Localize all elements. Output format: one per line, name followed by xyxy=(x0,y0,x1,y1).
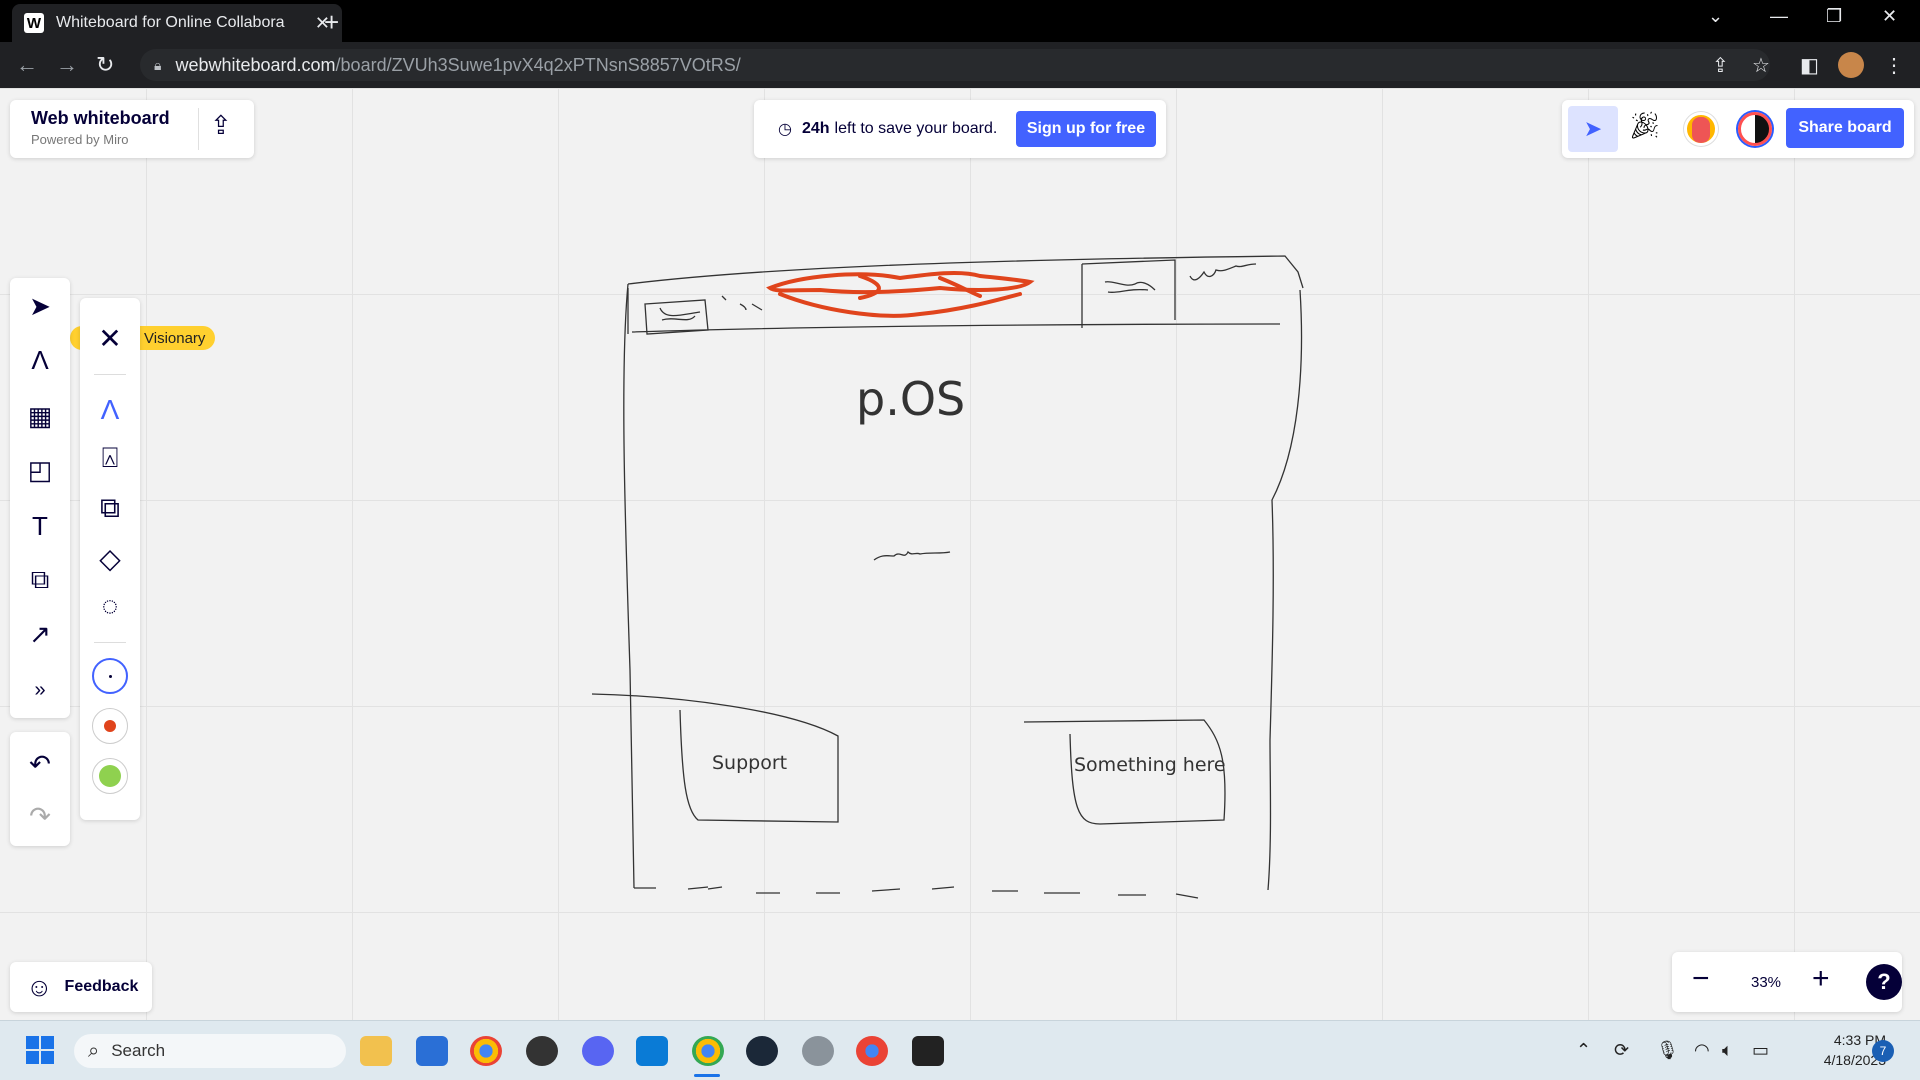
undo-redo-panel: ↶ ↷ xyxy=(10,732,70,846)
taskbar-search-label: Search xyxy=(111,1041,166,1060)
brand-panel: Web whiteboard Powered by Miro ⇪ xyxy=(10,100,254,158)
feedback-label: Feedback xyxy=(64,978,139,995)
red-color-swatch[interactable] xyxy=(92,708,128,744)
brand-subtitle: Powered by Miro xyxy=(31,132,129,147)
zoom-level[interactable]: 33% xyxy=(1736,974,1796,991)
pen-options-panel: ✕ Λ ⍓ ⧉ ◇ ◌ xyxy=(80,298,140,820)
battery-icon[interactable]: ▭ xyxy=(1752,1040,1769,1061)
sketch-drawing[interactable] xyxy=(560,220,1320,920)
terminal-icon[interactable] xyxy=(912,1036,944,1066)
close-icon[interactable]: ✕ xyxy=(80,316,140,360)
wifi-icon[interactable]: ◠ xyxy=(1694,1040,1710,1061)
reactions-icon[interactable]: 🎉︎ xyxy=(1628,110,1661,141)
file-explorer-icon[interactable] xyxy=(360,1036,392,1066)
save-text: left to save your board. xyxy=(834,120,998,137)
zoom-in-icon[interactable]: + xyxy=(1812,962,1830,996)
reload-icon[interactable]: ↻ xyxy=(96,52,114,78)
close-window-icon[interactable]: ✕ xyxy=(1882,6,1897,27)
url-host: webwhiteboard.com xyxy=(175,54,336,75)
settings-gear-icon[interactable] xyxy=(802,1036,834,1066)
active-app-indicator xyxy=(694,1074,720,1077)
forward-icon[interactable]: → xyxy=(56,52,78,78)
discord-icon[interactable] xyxy=(582,1036,614,1066)
export-upload-icon[interactable]: ⇪ xyxy=(210,110,232,141)
chrome-menu-icon[interactable]: ⋮ xyxy=(1884,53,1904,78)
chrome-alt-icon[interactable] xyxy=(856,1036,888,1066)
sign-up-button[interactable]: Sign up for free xyxy=(1016,111,1156,147)
lock-icon: 🔒︎ xyxy=(154,56,162,73)
minimize-icon[interactable]: — xyxy=(1770,6,1788,27)
search-icon: ⌕ xyxy=(88,1039,100,1062)
smiley-icon: ☺ xyxy=(26,971,53,1002)
store-icon[interactable] xyxy=(416,1036,448,1066)
smart-shapes-icon[interactable]: ⧉ xyxy=(80,486,140,530)
windows-start-icon[interactable] xyxy=(26,1036,54,1064)
more-tools-icon[interactable]: » xyxy=(10,668,70,712)
sketch-title: p.OS xyxy=(856,372,966,426)
save-notice: ◷ 24h left to save your board. Sign up f… xyxy=(754,100,1166,158)
browser-tab[interactable]: W Whiteboard for Online Collabora ✕ xyxy=(12,4,342,42)
help-button[interactable]: ? xyxy=(1866,964,1902,1000)
tab-title: Whiteboard for Online Collabora xyxy=(56,14,285,31)
vscode-icon[interactable] xyxy=(636,1036,668,1066)
zoom-out-icon[interactable]: − xyxy=(1692,962,1710,996)
obs-icon[interactable] xyxy=(526,1036,558,1066)
chrome-profile-icon[interactable] xyxy=(692,1036,724,1066)
url-path: /board/ZVUh3Suwe1pvX4q2xPTNsnS8857VOtRS/ xyxy=(335,54,741,75)
sync-icon[interactable]: ⟳ xyxy=(1614,1040,1629,1061)
taskbar-search[interactable]: ⌕ Search xyxy=(74,1034,346,1068)
text-icon[interactable]: T xyxy=(10,504,70,548)
pen-icon[interactable]: Λ xyxy=(10,338,70,382)
green-color-swatch[interactable] xyxy=(92,758,128,794)
pen-icon[interactable]: Λ xyxy=(80,388,140,432)
stroke-size-swatch[interactable] xyxy=(92,658,128,694)
templates-icon[interactable]: ▦ xyxy=(10,394,70,438)
sticky-note-icon[interactable]: ◰ xyxy=(10,448,70,492)
steam-icon[interactable] xyxy=(746,1036,778,1066)
divider xyxy=(198,108,199,150)
collaborator-avatar[interactable] xyxy=(1684,112,1718,146)
save-hours: 24h xyxy=(801,120,830,137)
sketch-support-label: Support xyxy=(712,752,788,774)
new-tab-icon[interactable]: + xyxy=(324,7,339,38)
left-toolbar: ➤ Λ ▦ ◰ T ⧉ ↗ » xyxy=(10,278,70,718)
url-field[interactable]: 🔒︎ webwhiteboard.com/board/ZVUh3Suwe1pvX… xyxy=(140,49,1770,81)
bookmark-star-icon[interactable]: ☆ xyxy=(1752,53,1770,78)
connector-arrow-icon[interactable]: ↗ xyxy=(10,612,70,656)
redo-icon[interactable]: ↷ xyxy=(10,794,70,838)
brand-title: Web whiteboard xyxy=(31,108,170,128)
user-avatar[interactable] xyxy=(1738,112,1772,146)
microphone-icon[interactable]: 🎙︎ xyxy=(1656,1040,1679,1061)
eraser-icon[interactable]: ◇ xyxy=(80,536,140,580)
sketch-something-label: Something here xyxy=(1074,754,1226,776)
profile-avatar[interactable] xyxy=(1838,52,1864,78)
divider xyxy=(94,374,126,375)
feedback-button[interactable]: ☺ Feedback xyxy=(10,962,152,1012)
top-right-panel: ➤ 🎉︎ Share board xyxy=(1562,100,1914,158)
divider xyxy=(94,642,126,643)
volume-icon[interactable]: 🔈︎ xyxy=(1722,1040,1733,1061)
undo-icon[interactable]: ↶ xyxy=(10,742,70,786)
lasso-icon[interactable]: ◌ xyxy=(80,584,140,628)
share-page-icon[interactable]: ⇪ xyxy=(1712,53,1729,78)
site-favicon-icon: W xyxy=(24,13,44,33)
restore-icon[interactable]: ❐ xyxy=(1826,6,1842,27)
chrome-icon[interactable] xyxy=(470,1036,502,1066)
cursors-toggle-icon[interactable]: ➤ xyxy=(1568,106,1618,152)
zoom-panel: − 33% + ? xyxy=(1672,952,1902,1012)
side-panel-icon[interactable]: ◧ xyxy=(1800,53,1819,78)
shapes-icon[interactable]: ⧉ xyxy=(10,558,70,602)
select-arrow-icon[interactable]: ➤ xyxy=(10,284,70,328)
clock-icon: ◷ xyxy=(778,121,792,138)
tab-search-icon[interactable]: ⌄ xyxy=(1708,6,1723,27)
notification-badge[interactable]: 7 xyxy=(1872,1040,1894,1062)
sticker-label: Visionary xyxy=(144,329,206,347)
highlighter-icon[interactable]: ⍓ xyxy=(80,436,140,480)
share-board-button[interactable]: Share board xyxy=(1786,108,1904,148)
back-icon[interactable]: ← xyxy=(16,52,38,78)
tray-overflow-icon[interactable]: ⌃ xyxy=(1576,1040,1591,1061)
